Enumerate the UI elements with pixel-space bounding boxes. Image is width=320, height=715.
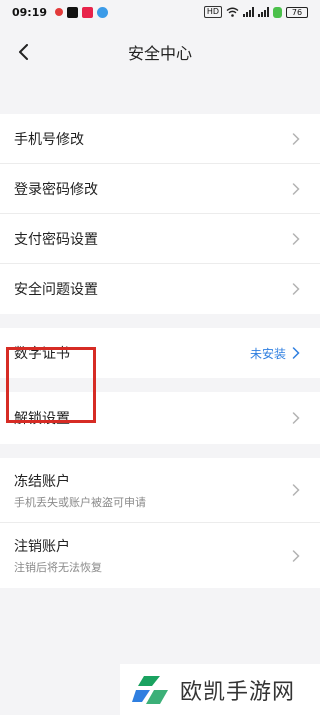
row-freeze-account[interactable]: 冻结账户 手机丢失或账户被盗可申请 bbox=[0, 458, 320, 523]
settings-group-account: 手机号修改 登录密码修改 支付密码设置 安全问题设置 bbox=[0, 114, 320, 314]
row-label: 注销账户 bbox=[14, 539, 70, 555]
chevron-right-icon bbox=[292, 182, 306, 196]
chevron-right-icon bbox=[292, 549, 306, 563]
page-title: 安全中心 bbox=[127, 44, 192, 63]
wifi-icon bbox=[226, 7, 239, 17]
battery-icon: 76 bbox=[286, 6, 308, 18]
row-unlock-settings[interactable]: 解锁设置 bbox=[0, 392, 320, 444]
charging-icon bbox=[273, 6, 282, 18]
status-right: HD 76 bbox=[203, 6, 308, 18]
row-label: 冻结账户 bbox=[14, 473, 70, 490]
status-text: 未安装 bbox=[249, 346, 286, 361]
status-bar: 09:19 HD 76 bbox=[0, 0, 320, 24]
tiktok-icon bbox=[67, 6, 79, 18]
hd-icon: HD bbox=[203, 6, 222, 18]
settings-group-unlock: 解锁设置 bbox=[0, 392, 320, 444]
row-label: 支付密码设置 bbox=[14, 231, 98, 248]
row-label: 手机号修改 bbox=[14, 131, 84, 148]
row-cancel-account[interactable]: 注销账户 注销后将无法恢复 bbox=[0, 523, 320, 588]
settings-group-certificate: 数字证书 未安装 bbox=[0, 328, 320, 378]
chevron-right-icon bbox=[292, 483, 306, 497]
chevron-left-icon bbox=[19, 44, 28, 60]
watermark-text: 欧凯手游网 bbox=[180, 679, 296, 705]
row-login-password[interactable]: 登录密码修改 bbox=[0, 164, 320, 214]
chevron-right-icon bbox=[292, 132, 306, 146]
row-payment-password[interactable]: 支付密码设置 bbox=[0, 214, 320, 264]
row-label: 安全问题设置 bbox=[14, 282, 98, 298]
chevron-right-icon bbox=[292, 282, 306, 296]
watermark: 欧凯手游网 bbox=[120, 664, 320, 715]
signal-icon-2 bbox=[258, 7, 269, 17]
row-label: 登录密码修改 bbox=[14, 181, 98, 198]
row-phone-change[interactable]: 手机号修改 bbox=[0, 114, 320, 164]
row-label: 解锁设置 bbox=[14, 411, 70, 427]
row-text: 注销账户 注销后将无法恢复 bbox=[14, 536, 292, 575]
row-label: 数字证书 bbox=[14, 346, 70, 362]
chevron-right-icon bbox=[292, 232, 306, 246]
row-right: 未安装 bbox=[250, 345, 306, 362]
notification-icon bbox=[55, 8, 64, 16]
watermark-logo-icon bbox=[132, 675, 168, 704]
chevron-right-icon bbox=[292, 346, 306, 360]
status-app-icons bbox=[55, 6, 109, 18]
nav-bar: 安全中心 bbox=[0, 24, 320, 80]
row-security-question[interactable]: 安全问题设置 bbox=[0, 264, 320, 314]
row-text: 冻结账户 手机丢失或账户被盗可申请 bbox=[14, 471, 292, 510]
back-button[interactable] bbox=[10, 38, 38, 66]
signal-icon bbox=[243, 7, 254, 17]
chevron-right-icon bbox=[292, 411, 306, 425]
settings-group-account-status: 冻结账户 手机丢失或账户被盗可申请 注销账户 注销后将无法恢复 bbox=[0, 458, 320, 588]
row-digital-certificate[interactable]: 数字证书 未安装 bbox=[0, 328, 320, 378]
status-time: 09:19 bbox=[12, 5, 48, 19]
row-subtitle: 注销后将无法恢复 bbox=[14, 561, 102, 574]
app-icon bbox=[82, 6, 94, 18]
row-subtitle: 手机丢失或账户被盗可申请 bbox=[14, 495, 146, 509]
app-icon-2 bbox=[97, 6, 109, 18]
